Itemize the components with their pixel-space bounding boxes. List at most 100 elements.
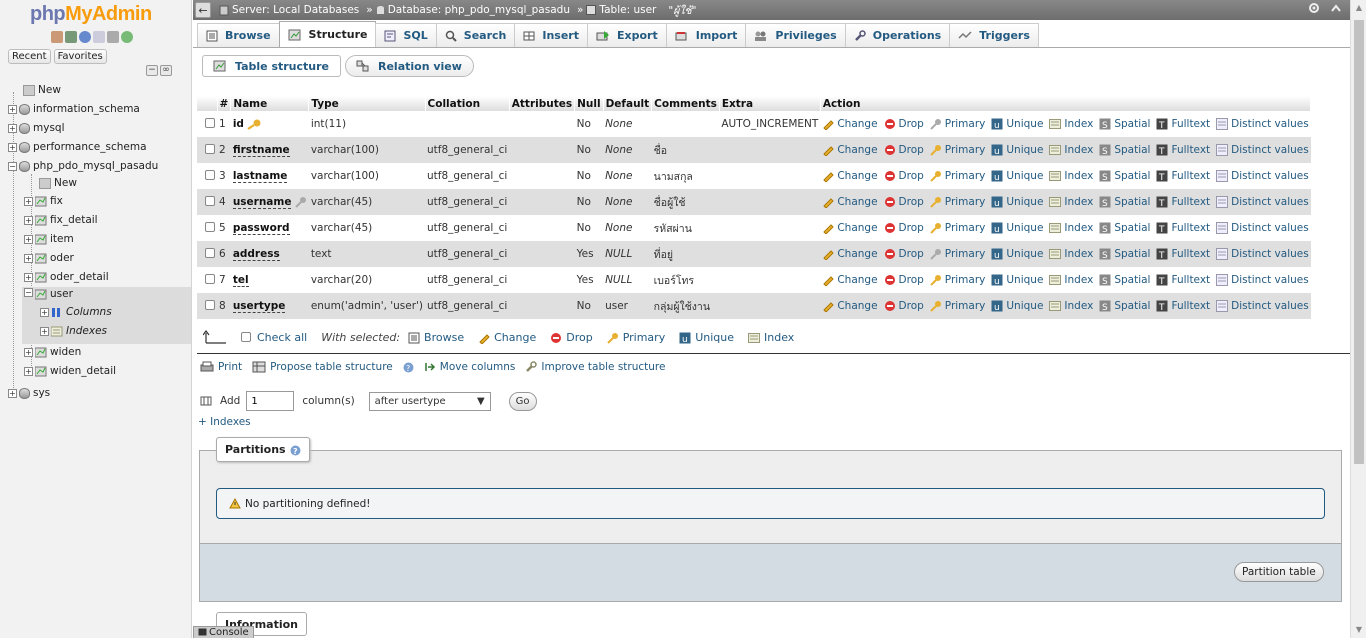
expand-icon[interactable]: + <box>24 234 33 244</box>
expand-icon[interactable]: + <box>24 347 33 357</box>
reload-icon[interactable] <box>121 31 133 43</box>
action-spatial[interactable]: S Spatial <box>1099 300 1150 312</box>
action-primary[interactable]: Primary <box>930 196 985 208</box>
expand-icon[interactable]: + <box>24 366 33 376</box>
row-checkbox[interactable] <box>205 143 215 154</box>
scroll-down-icon[interactable]: ▼ <box>1351 622 1366 638</box>
header-collation[interactable]: Collation <box>425 96 510 111</box>
indexes-toggle[interactable]: + Indexes <box>198 416 251 428</box>
action-distinct-values[interactable]: Distinct values <box>1216 248 1309 260</box>
row-checkbox[interactable] <box>205 117 215 128</box>
expand-icon[interactable]: + <box>24 196 33 206</box>
help-icon[interactable]: ? <box>290 437 301 462</box>
action-index[interactable]: Index <box>1049 196 1093 208</box>
breadcrumb-table[interactable]: Table: user <box>586 4 656 16</box>
favorites-tab[interactable]: Favorites <box>53 49 107 64</box>
expand-icon[interactable]: + <box>8 104 17 114</box>
action-spatial[interactable]: S Spatial <box>1099 118 1150 130</box>
tree-db-php-pdo-mysql-pasadu[interactable]: − php_pdo_mysql_pasadu <box>8 158 158 174</box>
row-checkbox[interactable] <box>205 221 215 232</box>
action-change[interactable]: Change <box>822 222 878 234</box>
tab-operations[interactable]: Operations <box>844 23 951 47</box>
action-spatial[interactable]: S Spatial <box>1099 274 1150 286</box>
docs-icon[interactable] <box>93 31 105 43</box>
column-name[interactable]: tel <box>232 274 249 287</box>
action-change[interactable]: Change <box>822 170 878 182</box>
tree-new-table[interactable]: New <box>39 175 77 191</box>
expand-icon[interactable]: + <box>24 215 33 225</box>
action-index[interactable]: Index <box>1049 248 1093 260</box>
action-drop[interactable]: Drop <box>884 248 924 260</box>
action-distinct-values[interactable]: Distinct values <box>1216 196 1309 208</box>
scroll-up-icon[interactable]: ▲ <box>1351 0 1366 16</box>
tree-table-item[interactable]: + item <box>24 231 74 247</box>
bulk-unique[interactable]: u Unique <box>679 331 734 344</box>
action-drop[interactable]: Drop <box>884 222 924 234</box>
phpmyadmin-logo[interactable]: phpMyAdmin <box>30 3 152 26</box>
expand-icon[interactable]: + <box>40 326 49 336</box>
row-checkbox[interactable] <box>205 247 215 258</box>
help-icon[interactable]: ? <box>403 361 414 373</box>
action-primary[interactable]: Primary <box>930 248 985 260</box>
action-spatial[interactable]: S Spatial <box>1099 248 1150 260</box>
propose-structure-link[interactable]: Propose table structure? <box>252 361 414 373</box>
expand-icon[interactable]: + <box>8 142 17 152</box>
action-distinct-values[interactable]: Distinct values <box>1216 300 1309 312</box>
action-unique[interactable]: u Unique <box>991 222 1043 234</box>
action-fulltext[interactable]: T Fulltext <box>1156 144 1210 156</box>
action-change[interactable]: Change <box>822 274 878 286</box>
bulk-primary[interactable]: Primary <box>606 331 665 344</box>
action-drop[interactable]: Drop <box>884 274 924 286</box>
bulk-drop[interactable]: Drop <box>550 331 593 344</box>
collapse-icon[interactable]: − <box>24 288 33 297</box>
action-fulltext[interactable]: T Fulltext <box>1156 222 1210 234</box>
collapse-up-icon[interactable] <box>1330 2 1342 14</box>
action-spatial[interactable]: S Spatial <box>1099 222 1150 234</box>
action-primary[interactable]: Primary <box>930 274 985 286</box>
tab-insert[interactable]: Insert <box>514 23 588 47</box>
action-fulltext[interactable]: T Fulltext <box>1156 196 1210 208</box>
header-comments[interactable]: Comments <box>651 96 720 111</box>
print-link[interactable]: Print <box>200 361 242 373</box>
expand-icon[interactable]: + <box>40 307 49 317</box>
action-change[interactable]: Change <box>822 248 878 260</box>
help-icon[interactable] <box>79 31 91 43</box>
collapse-all-icon[interactable]: − <box>146 65 158 76</box>
tree-db-information-schema[interactable]: + information_schema <box>8 101 140 117</box>
action-spatial[interactable]: S Spatial <box>1099 144 1150 156</box>
tree-db-mysql[interactable]: + mysql <box>8 120 65 136</box>
home-icon[interactable] <box>51 31 63 43</box>
tab-sql[interactable]: SQL <box>375 23 437 47</box>
header-type[interactable]: Type <box>308 96 426 111</box>
tree-user-indexes[interactable]: + Indexes <box>40 323 107 339</box>
action-fulltext[interactable]: T Fulltext <box>1156 248 1210 260</box>
tab-privileges[interactable]: Privileges <box>745 23 846 47</box>
tree-table-fix[interactable]: + fix <box>24 193 63 209</box>
column-name[interactable]: lastname <box>232 170 288 183</box>
column-name[interactable]: id <box>233 118 244 130</box>
column-name[interactable]: address <box>232 248 280 261</box>
action-unique[interactable]: u Unique <box>991 196 1043 208</box>
action-index[interactable]: Index <box>1049 222 1093 234</box>
bulk-browse[interactable]: Browse <box>408 331 464 344</box>
scrollbar-thumb[interactable] <box>1354 20 1364 464</box>
action-unique[interactable]: u Unique <box>991 144 1043 156</box>
action-primary[interactable]: Primary <box>930 300 985 312</box>
action-change[interactable]: Change <box>822 118 878 130</box>
link-with-main-icon[interactable]: ∞ <box>160 65 172 76</box>
column-count-input[interactable] <box>246 391 295 411</box>
tree-table-widen[interactable]: + widen <box>24 344 81 360</box>
action-distinct-values[interactable]: Distinct values <box>1216 222 1309 234</box>
action-fulltext[interactable]: T Fulltext <box>1156 170 1210 182</box>
action-primary[interactable]: Primary <box>930 222 985 234</box>
subtab-table-structure[interactable]: Table structure <box>202 55 341 77</box>
row-checkbox[interactable] <box>205 273 215 284</box>
table-row[interactable]: 7 tel varchar(20) utf8_general_ci Yes NULL เบอ… <box>197 267 1311 293</box>
tab-browse[interactable]: Browse <box>197 23 280 47</box>
tree-table-fix-detail[interactable]: + fix_detail <box>24 212 98 228</box>
expand-icon[interactable]: + <box>24 253 33 263</box>
settings-gear-icon[interactable] <box>1308 2 1320 14</box>
action-index[interactable]: Index <box>1049 300 1093 312</box>
action-unique[interactable]: u Unique <box>991 300 1043 312</box>
go-button[interactable]: Go <box>508 391 537 411</box>
